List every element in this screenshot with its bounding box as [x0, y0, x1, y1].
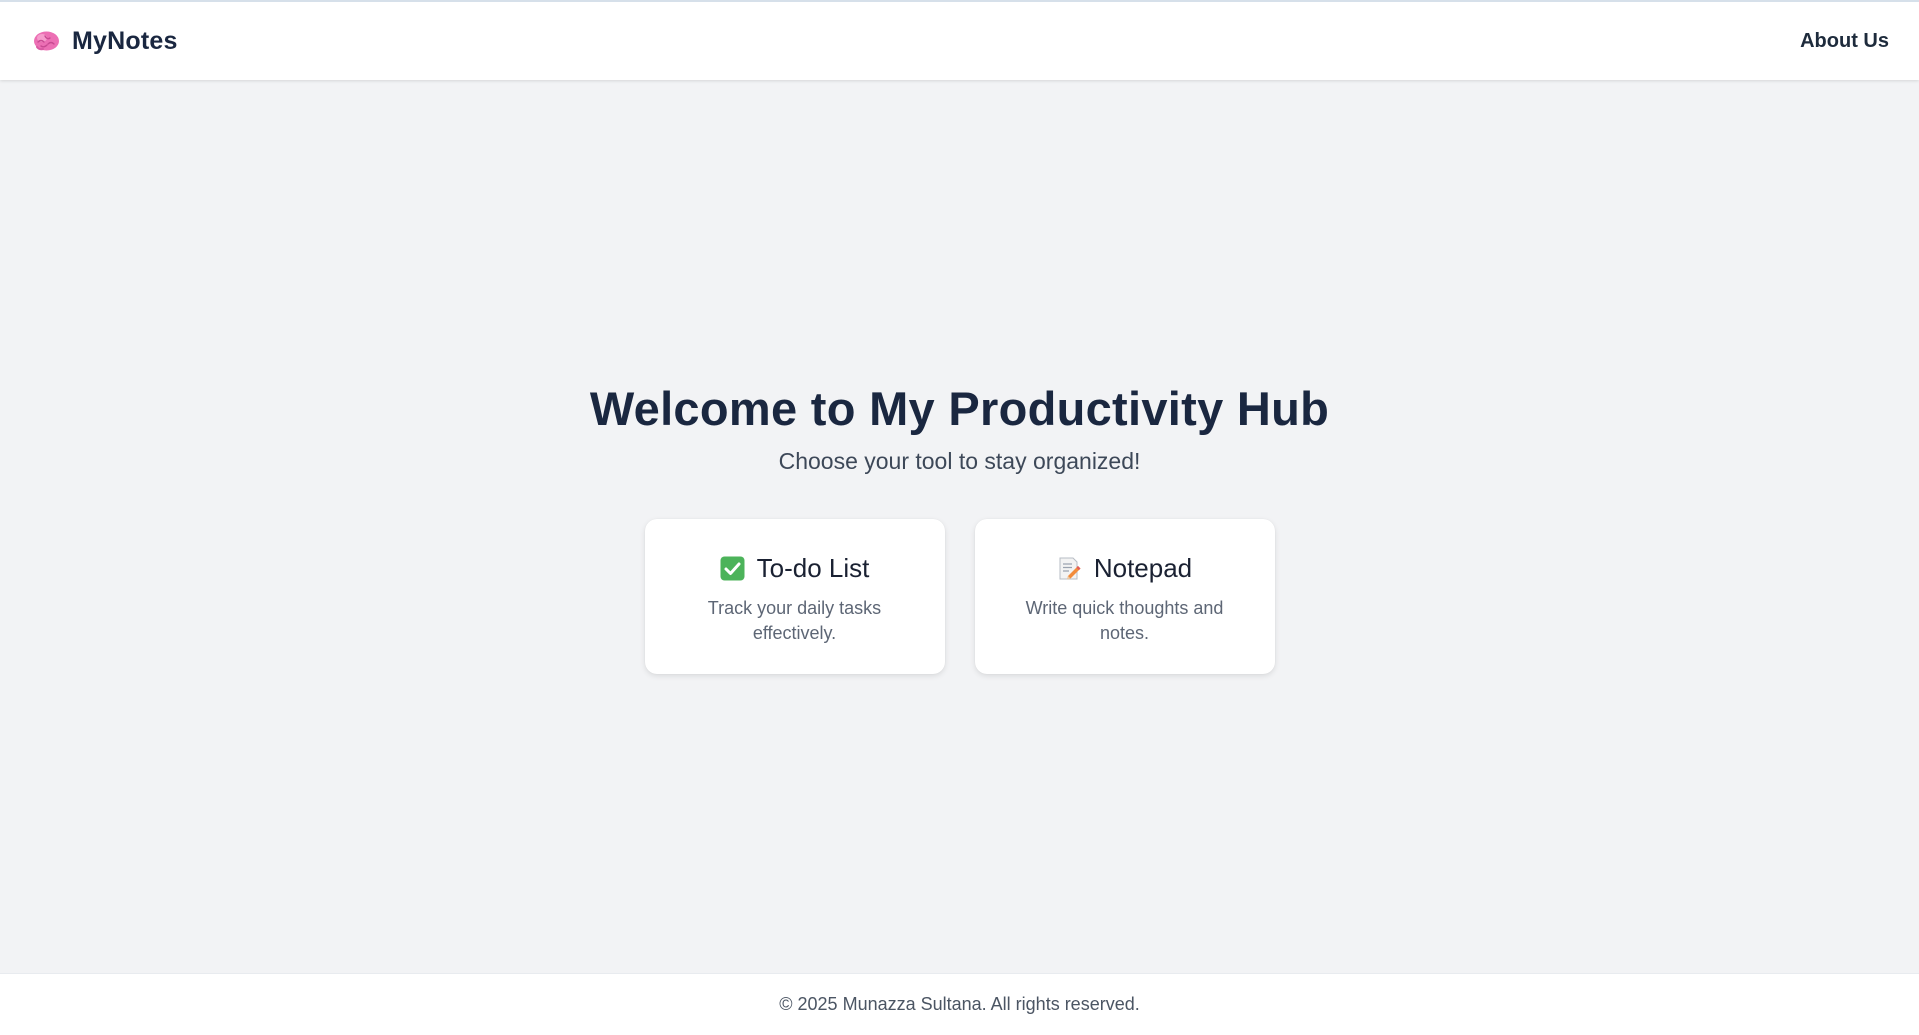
footer-copyright: © 2025 Munazza Sultana. All rights reser…: [779, 994, 1140, 1014]
memo-icon: [1057, 556, 1082, 581]
check-mark-button-icon: [720, 556, 745, 581]
card-title: To-do List: [756, 553, 870, 584]
navbar: MyNotes About Us: [0, 0, 1919, 80]
about-us-link[interactable]: About Us: [1800, 30, 1889, 53]
brand-logo-link[interactable]: MyNotes: [33, 27, 178, 56]
todo-list-card[interactable]: To-do List Track your daily tasks effect…: [644, 519, 945, 675]
card-description: Write quick thoughts and notes.: [1025, 598, 1224, 644]
footer: © 2025 Munazza Sultana. All rights reser…: [0, 973, 1919, 1035]
card-header: To-do List: [720, 553, 870, 584]
card-description: Track your daily tasks effectively.: [707, 598, 882, 644]
notepad-card[interactable]: Notepad Write quick thoughts and notes.: [974, 519, 1275, 675]
brand-name: MyNotes: [72, 26, 178, 55]
card-title: Notepad: [1093, 553, 1193, 584]
page-title: Welcome to My Productivity Hub: [589, 382, 1330, 435]
main-content: Welcome to My Productivity Hub Choose yo…: [0, 80, 1919, 973]
brain-icon: [33, 30, 60, 52]
page-subtitle: Choose your tool to stay organized!: [778, 448, 1141, 475]
page: MyNotes About Us Welcome to My Productiv…: [0, 0, 1919, 1035]
card-header: Notepad: [1057, 553, 1192, 584]
tool-cards: To-do List Track your daily tasks effect…: [644, 519, 1275, 675]
